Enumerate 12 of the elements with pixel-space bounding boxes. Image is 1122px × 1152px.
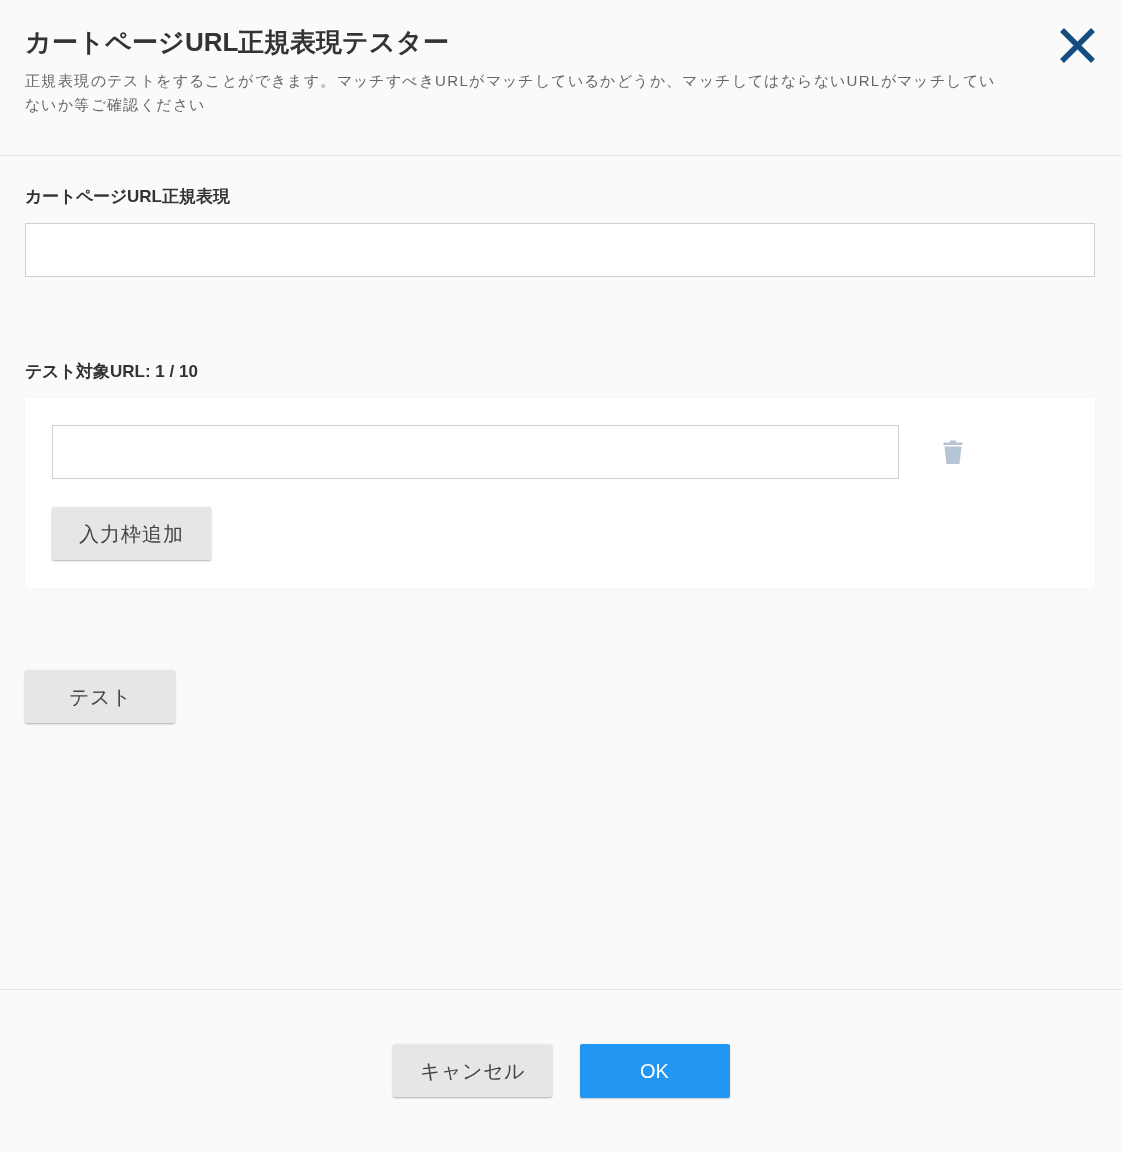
cancel-button[interactable]: キャンセル: [392, 1044, 552, 1097]
add-field-button[interactable]: 入力枠追加: [52, 507, 211, 560]
regex-input-field[interactable]: [25, 223, 1095, 277]
close-button[interactable]: [1059, 27, 1096, 64]
test-button[interactable]: テスト: [25, 670, 175, 723]
dialog-title: カートページURL正規表現テスター: [25, 26, 450, 58]
trash-icon[interactable]: [943, 440, 963, 464]
url-input-field[interactable]: [52, 425, 899, 479]
dialog-description: 正規表現のテストをすることができます。マッチすべきURLがマッチしているかどうか、マッチしてはならないURLがマッチしていないか等ご確認ください: [25, 71, 997, 115]
regex-label: カートページURL正規表現: [25, 186, 230, 208]
test-urls-label: テスト対象URL: 1 / 10: [25, 361, 198, 383]
close-icon: [1059, 27, 1096, 64]
